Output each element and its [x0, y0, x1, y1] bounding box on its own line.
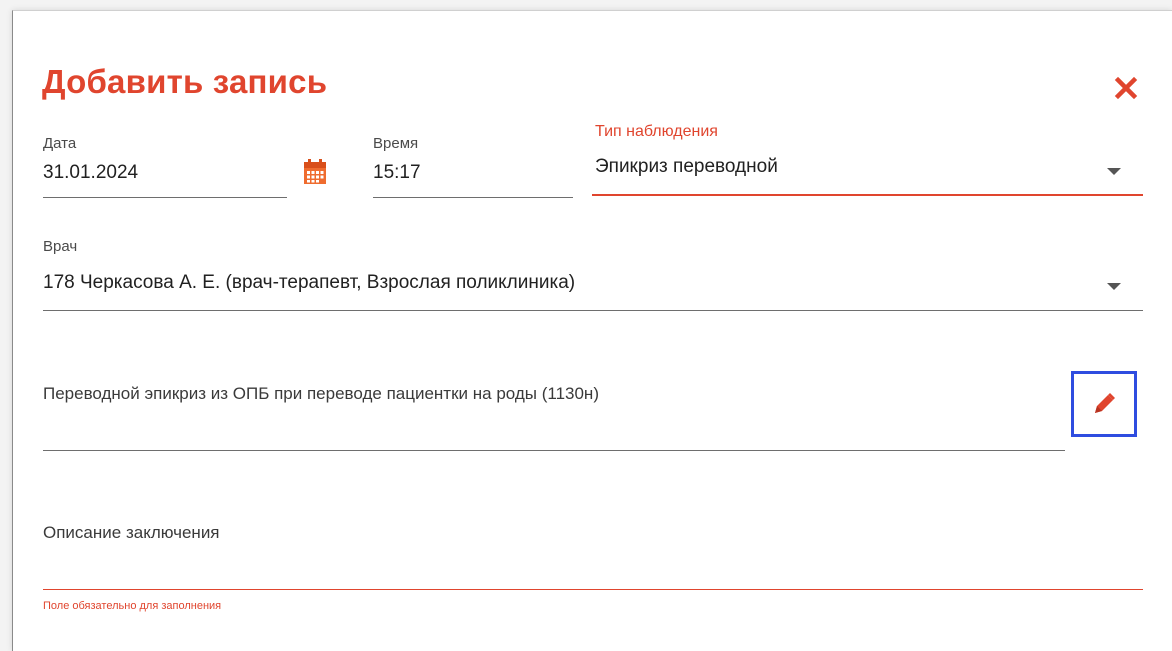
- close-icon[interactable]: [1113, 75, 1139, 101]
- pencil-icon: [1095, 393, 1115, 413]
- doctor-label: Врач: [43, 238, 78, 255]
- conclusion-placeholder[interactable]: Описание заключения: [43, 523, 220, 543]
- doctor-underline: [43, 310, 1143, 311]
- add-record-dialog: Добавить запись Дата 31.01.2024 Время 15…: [12, 10, 1172, 651]
- doctor-value[interactable]: 178 Черкасова А. Е. (врач-терапевт, Взро…: [43, 272, 575, 294]
- conclusion-error-message: Поле обязательно для заполнения: [43, 600, 222, 612]
- edit-template-button[interactable]: [1071, 371, 1137, 437]
- calendar-icon[interactable]: [303, 159, 327, 185]
- date-underline: [43, 197, 287, 198]
- template-value[interactable]: Переводной эпикриз из ОПБ при переводе п…: [43, 384, 599, 404]
- chevron-down-icon[interactable]: [1107, 283, 1121, 290]
- date-label: Дата: [43, 135, 77, 152]
- date-value[interactable]: 31.01.2024: [43, 162, 138, 184]
- observation-type-value[interactable]: Эпикриз переводной: [595, 156, 778, 178]
- conclusion-underline: [43, 589, 1143, 590]
- observation-type-label: Тип наблюдения: [595, 123, 718, 140]
- time-label: Время: [373, 135, 419, 152]
- template-underline: [43, 450, 1065, 451]
- time-value[interactable]: 15:17: [373, 162, 421, 184]
- dialog-title: Добавить запись: [42, 63, 328, 100]
- chevron-down-icon[interactable]: [1107, 168, 1121, 175]
- observation-type-underline: [592, 194, 1143, 196]
- time-underline: [373, 197, 573, 198]
